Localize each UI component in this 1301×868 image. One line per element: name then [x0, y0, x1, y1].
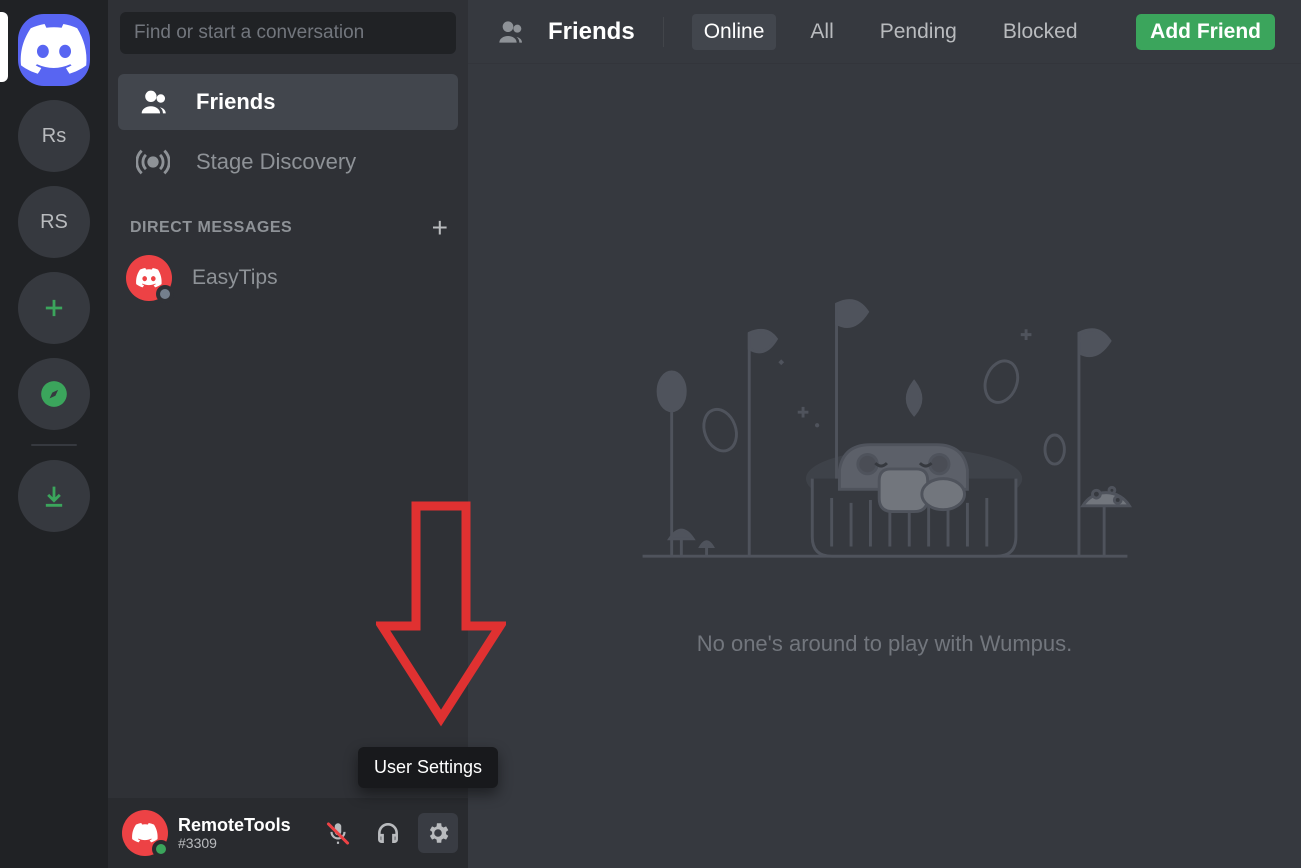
- dm-easytips[interactable]: EasyTips: [108, 250, 468, 306]
- explore-servers-button[interactable]: [18, 358, 90, 430]
- avatar: [126, 255, 172, 301]
- tab-online[interactable]: Online: [692, 14, 777, 50]
- server-initials: Rs: [42, 125, 66, 148]
- main-content: Friends Online All Pending Blocked Add F…: [468, 0, 1301, 868]
- friends-icon: [136, 85, 170, 119]
- user-panel: RemoteTools #3309: [108, 798, 468, 868]
- nav-stage-discovery[interactable]: Stage Discovery: [118, 134, 458, 190]
- discord-home-button[interactable]: [18, 14, 90, 86]
- home-selected-indicator: [0, 12, 8, 82]
- headphones-icon: [375, 820, 401, 846]
- friends-topbar: Friends Online All Pending Blocked Add F…: [468, 0, 1301, 64]
- dm-name: EasyTips: [192, 266, 278, 290]
- server-rs-lower[interactable]: Rs: [18, 100, 90, 172]
- microphone-icon: [325, 820, 351, 846]
- topbar-title: Friends: [548, 18, 635, 46]
- quick-switcher[interactable]: Find or start a conversation: [120, 12, 456, 54]
- download-apps-button[interactable]: [18, 460, 90, 532]
- empty-friends-content: No one's around to play with Wumpus.: [468, 64, 1301, 868]
- server-initials: RS: [40, 211, 68, 234]
- tab-pending[interactable]: Pending: [868, 14, 969, 50]
- nav-friends[interactable]: Friends: [118, 74, 458, 130]
- status-dot-online: [152, 840, 170, 858]
- status-dot-offline: [156, 285, 174, 303]
- nav-stage-label: Stage Discovery: [196, 149, 356, 175]
- tab-all[interactable]: All: [798, 14, 845, 50]
- compass-icon: [40, 380, 68, 408]
- self-discriminator: #3309: [178, 835, 291, 851]
- stage-icon: [136, 145, 170, 179]
- add-server-button[interactable]: [18, 272, 90, 344]
- new-dm-button[interactable]: +: [432, 214, 448, 242]
- empty-state-text: No one's around to play with Wumpus.: [697, 631, 1073, 657]
- deafen-button[interactable]: [368, 813, 408, 853]
- download-icon: [40, 482, 68, 510]
- self-name-block[interactable]: RemoteTools #3309: [178, 815, 291, 852]
- self-avatar[interactable]: [122, 810, 168, 856]
- search-placeholder: Find or start a conversation: [134, 22, 364, 44]
- add-friend-button[interactable]: Add Friend: [1136, 14, 1275, 50]
- discord-logo-icon: [131, 823, 159, 843]
- rail-divider: [31, 444, 77, 446]
- server-rs-upper[interactable]: RS: [18, 186, 90, 258]
- friends-header-icon: [494, 16, 526, 48]
- user-settings-tooltip: User Settings: [358, 747, 498, 788]
- discord-logo-icon: [18, 24, 90, 75]
- topbar-divider: [663, 17, 664, 47]
- mute-mic-button[interactable]: [318, 813, 358, 853]
- plus-icon: [40, 294, 68, 322]
- server-rail: Rs RS: [0, 0, 108, 868]
- gear-icon: [425, 820, 451, 846]
- wumpus-illustration: [605, 275, 1165, 595]
- self-username: RemoteTools: [178, 815, 291, 836]
- tab-blocked[interactable]: Blocked: [991, 14, 1090, 50]
- annotation-arrow-icon: [376, 498, 506, 758]
- nav-friends-label: Friends: [196, 89, 275, 115]
- user-settings-button[interactable]: [418, 813, 458, 853]
- discord-logo-icon: [135, 268, 163, 288]
- dm-section-header: DIRECT MESSAGES: [130, 219, 292, 237]
